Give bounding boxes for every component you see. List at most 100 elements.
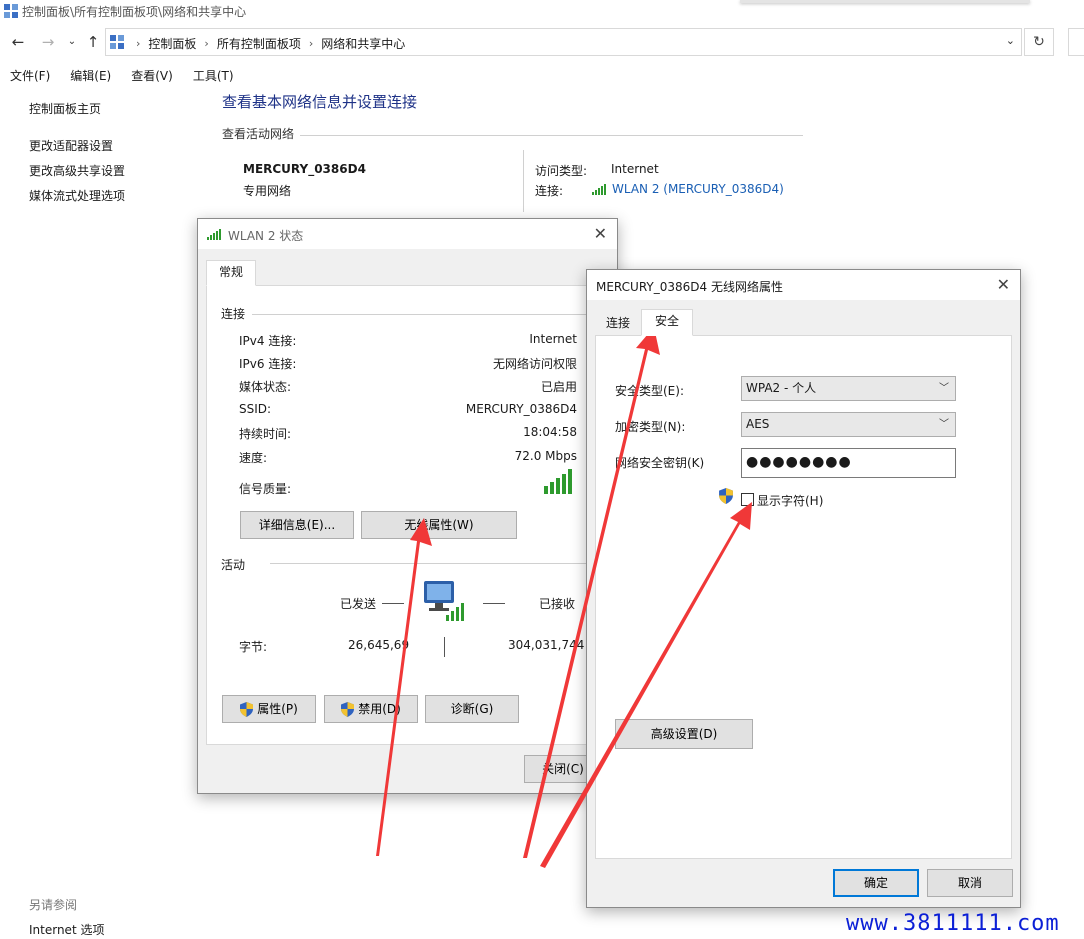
disable-button[interactable]: 禁用(D): [324, 695, 418, 723]
dialog-title-bar: WLAN 2 状态 ✕: [198, 219, 617, 249]
dialog-title: MERCURY_0386D4 无线网络属性: [596, 280, 783, 294]
search-box[interactable]: [1068, 28, 1084, 56]
ok-button[interactable]: 确定: [833, 869, 919, 897]
chevron-right-icon[interactable]: ›: [136, 37, 140, 50]
back-arrow-icon[interactable]: ←: [8, 32, 28, 52]
bytes-divider: [444, 637, 445, 657]
up-arrow-icon[interactable]: ↑: [83, 32, 103, 52]
connection-group-label: 连接: [221, 307, 246, 321]
network-computer-icon: [424, 581, 464, 621]
properties-button[interactable]: 属性(P): [222, 695, 316, 723]
connections-label: 连接:: [535, 184, 564, 198]
tab-security[interactable]: 安全: [641, 309, 693, 336]
chevron-down-icon: ﹀: [939, 383, 949, 394]
chevron-right-icon[interactable]: ›: [204, 37, 208, 50]
menu-view[interactable]: 查看(V): [121, 66, 183, 86]
section-divider: [300, 135, 803, 136]
chevron-down-icon: ﹀: [939, 419, 949, 430]
network-type: 专用网络: [243, 184, 292, 198]
speed-label: 速度:: [239, 451, 268, 465]
recent-locations-chevron-icon[interactable]: ⌄: [62, 32, 82, 52]
menu-edit[interactable]: 编辑(E): [60, 66, 121, 86]
wlan-connection-link[interactable]: WLAN 2 (MERCURY_0386D4): [592, 182, 784, 196]
advanced-settings-button[interactable]: 高级设置(D): [615, 719, 753, 749]
sent-label: 已发送: [340, 597, 377, 611]
speed-value: 72.0 Mbps: [514, 449, 577, 463]
wifi-signal-icon: [207, 229, 221, 240]
breadcrumb-all-items[interactable]: 所有控制面板项: [217, 35, 301, 52]
network-key-input[interactable]: ●●●●●●●●: [741, 448, 956, 478]
close-icon[interactable]: ✕: [997, 275, 1010, 294]
address-bar[interactable]: › 控制面板 › 所有控制面板项 › 网络和共享中心 ⌄: [105, 28, 1022, 56]
ipv4-value: Internet: [529, 332, 577, 346]
menu-tools[interactable]: 工具(T): [183, 66, 244, 86]
dialog-title-bar: MERCURY_0386D4 无线网络属性 ✕: [587, 270, 1020, 300]
security-type-select[interactable]: WPA2 - 个人 ﹀: [741, 376, 956, 401]
control-panel-icon: [110, 35, 124, 49]
encryption-type-value: AES: [746, 417, 770, 431]
received-label: 已接收: [539, 597, 576, 611]
cancel-button[interactable]: 取消: [927, 869, 1013, 897]
control-panel-home-link[interactable]: 控制面板主页: [29, 100, 125, 117]
page-title: 查看基本网络信息并设置连接: [222, 93, 418, 111]
show-characters-checkbox[interactable]: [741, 493, 754, 506]
ipv6-label: IPv6 连接:: [239, 357, 297, 371]
disable-button-label: 禁用(D): [358, 702, 401, 716]
bytes-label: 字节:: [239, 640, 268, 654]
ipv4-label: IPv4 连接:: [239, 334, 297, 348]
title-bar: 控制面板\所有控制面板项\网络和共享中心: [0, 0, 1084, 22]
wireless-properties-dialog: MERCURY_0386D4 无线网络属性 ✕ 连接 安全 安全类型(E): W…: [586, 269, 1021, 908]
access-type-label: 访问类型:: [535, 164, 588, 178]
active-networks-heading: 查看活动网络: [222, 127, 295, 141]
activity-group-label: 活动: [221, 558, 246, 572]
bytes-received-value: 304,031,744: [508, 638, 585, 652]
refresh-icon: ↻: [1033, 34, 1045, 50]
uac-shield-icon: [341, 701, 355, 717]
left-pane: 控制面板主页 更改适配器设置 更改高级共享设置 媒体流式处理选项: [29, 100, 125, 212]
background-window-edge: [740, 0, 1030, 3]
tab-connection[interactable]: 连接: [595, 312, 641, 336]
encryption-type-select[interactable]: AES ﹀: [741, 412, 956, 437]
forward-arrow-icon[interactable]: →: [38, 32, 58, 52]
media-streaming-link[interactable]: 媒体流式处理选项: [29, 187, 125, 204]
window-title: 控制面板\所有控制面板项\网络和共享中心: [22, 5, 247, 19]
show-characters-label[interactable]: 显示字符(H): [757, 492, 823, 509]
media-state-value: 已启用: [540, 380, 577, 394]
breadcrumb-control-panel[interactable]: 控制面板: [148, 35, 196, 52]
internet-options-link[interactable]: Internet 选项: [29, 921, 104, 938]
ssid-value: MERCURY_0386D4: [465, 402, 577, 416]
change-advanced-sharing-link[interactable]: 更改高级共享设置: [29, 162, 125, 179]
uac-shield-icon: [719, 488, 733, 504]
wlan-status-dialog: WLAN 2 状态 ✕ 常规 连接 IPv4 连接: Internet IPv6…: [197, 218, 618, 794]
signal-quality-label: 信号质量:: [239, 482, 292, 496]
sent-line: [382, 603, 404, 604]
properties-button-label: 属性(P): [257, 702, 298, 716]
duration-label: 持续时间:: [239, 427, 292, 441]
received-line: [483, 603, 505, 604]
ipv6-value: 无网络访问权限: [492, 357, 577, 371]
duration-value: 18:04:58: [523, 425, 577, 439]
uac-shield-icon: [240, 701, 254, 717]
security-type-label: 安全类型(E):: [615, 384, 684, 398]
network-name: MERCURY_0386D4: [243, 162, 366, 176]
close-icon[interactable]: ✕: [594, 224, 607, 243]
chevron-right-icon[interactable]: ›: [309, 37, 313, 50]
navigation-bar: ← → ⌄ ↑ › 控制面板 › 所有控制面板项 › 网络和共享中心 ⌄ ↻: [0, 26, 1084, 58]
breadcrumb-network-center[interactable]: 网络和共享中心: [321, 35, 405, 52]
group-divider: [270, 563, 598, 564]
address-dropdown-icon[interactable]: ⌄: [1006, 34, 1015, 47]
details-button[interactable]: 详细信息(E)...: [240, 511, 354, 539]
tab-general[interactable]: 常规: [206, 260, 256, 286]
vertical-divider: [523, 150, 524, 212]
wireless-properties-button[interactable]: 无线属性(W): [361, 511, 517, 539]
access-type-value: Internet: [611, 162, 659, 176]
network-key-label: 网络安全密钥(K): [615, 456, 705, 470]
change-adapter-settings-link[interactable]: 更改适配器设置: [29, 137, 125, 154]
menu-file[interactable]: 文件(F): [0, 66, 60, 86]
refresh-button[interactable]: ↻: [1024, 28, 1054, 56]
wlan-connection-label[interactable]: WLAN 2 (MERCURY_0386D4): [612, 182, 784, 196]
diagnose-button[interactable]: 诊断(G): [425, 695, 519, 723]
dialog-title: WLAN 2 状态: [228, 229, 304, 243]
watermark: www.3811111.com: [846, 911, 1060, 936]
ssid-label: SSID:: [239, 402, 272, 416]
